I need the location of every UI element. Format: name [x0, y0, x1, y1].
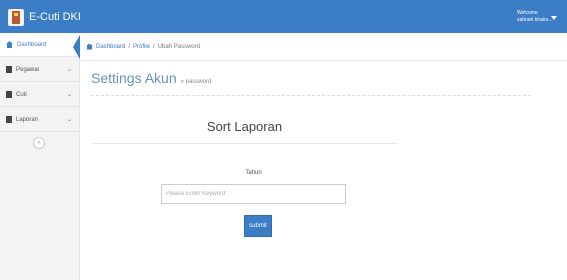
breadcrumb-dashboard[interactable]: Dashboard [96, 44, 125, 50]
sidebar-item-label: Pegawai [16, 66, 40, 73]
sidebar-item-label: Laporan [16, 116, 39, 123]
user-menu[interactable]: Welcome zahrani khairu... [513, 7, 560, 28]
sidebar-collapse-button[interactable]: « [33, 137, 45, 149]
home-icon [6, 41, 13, 48]
submit-button[interactable]: submit [244, 215, 272, 237]
sidebar-item-cuti[interactable]: Cuti ⌄ [0, 83, 80, 107]
sidebar-item-label: Cuti [16, 91, 27, 98]
breadcrumb-profile[interactable]: Profile [133, 44, 150, 50]
chevron-down-icon: ⌄ [66, 67, 72, 73]
tahun-label: Tahun [245, 170, 262, 176]
sidebar: Dashboard Pegawai ⌄ Cuti ⌄ Laporan ⌄ « [0, 33, 80, 280]
tie-icon [6, 91, 12, 98]
sidebar-item-dashboard[interactable]: Dashboard [0, 33, 80, 57]
keyword-input[interactable] [161, 184, 346, 204]
brand[interactable]: E-Cuti DKI [8, 7, 81, 27]
page-subtitle: » password [180, 79, 212, 85]
chevron-down-icon: ⌄ [66, 92, 72, 98]
page-header: Settings Akun » password [91, 70, 531, 96]
breadcrumb-separator: / [128, 43, 131, 50]
sidebar-item-laporan[interactable]: Laporan ⌄ [0, 108, 80, 132]
home-icon [86, 43, 93, 50]
breadcrumb-current: Ubah Password [157, 43, 201, 50]
breadcrumb: Dashboard / Profile / Ubah Password [80, 33, 567, 61]
sidebar-item-label: Dashboard [17, 41, 47, 48]
file-icon [6, 116, 12, 123]
app-logo-icon [8, 8, 24, 26]
form-title: Sort Laporan [91, 116, 398, 144]
sidebar-item-pegawai[interactable]: Pegawai ⌄ [0, 58, 80, 82]
breadcrumb-separator: / [153, 43, 155, 50]
page-title: Settings Akun [91, 70, 177, 86]
caret-down-icon [551, 16, 557, 20]
chevron-down-icon: ⌄ [66, 117, 72, 123]
top-navbar: E-Cuti DKI Welcome zahrani khairu... [0, 0, 567, 33]
user-icon [6, 66, 12, 73]
app-title: E-Cuti DKI [29, 11, 81, 23]
